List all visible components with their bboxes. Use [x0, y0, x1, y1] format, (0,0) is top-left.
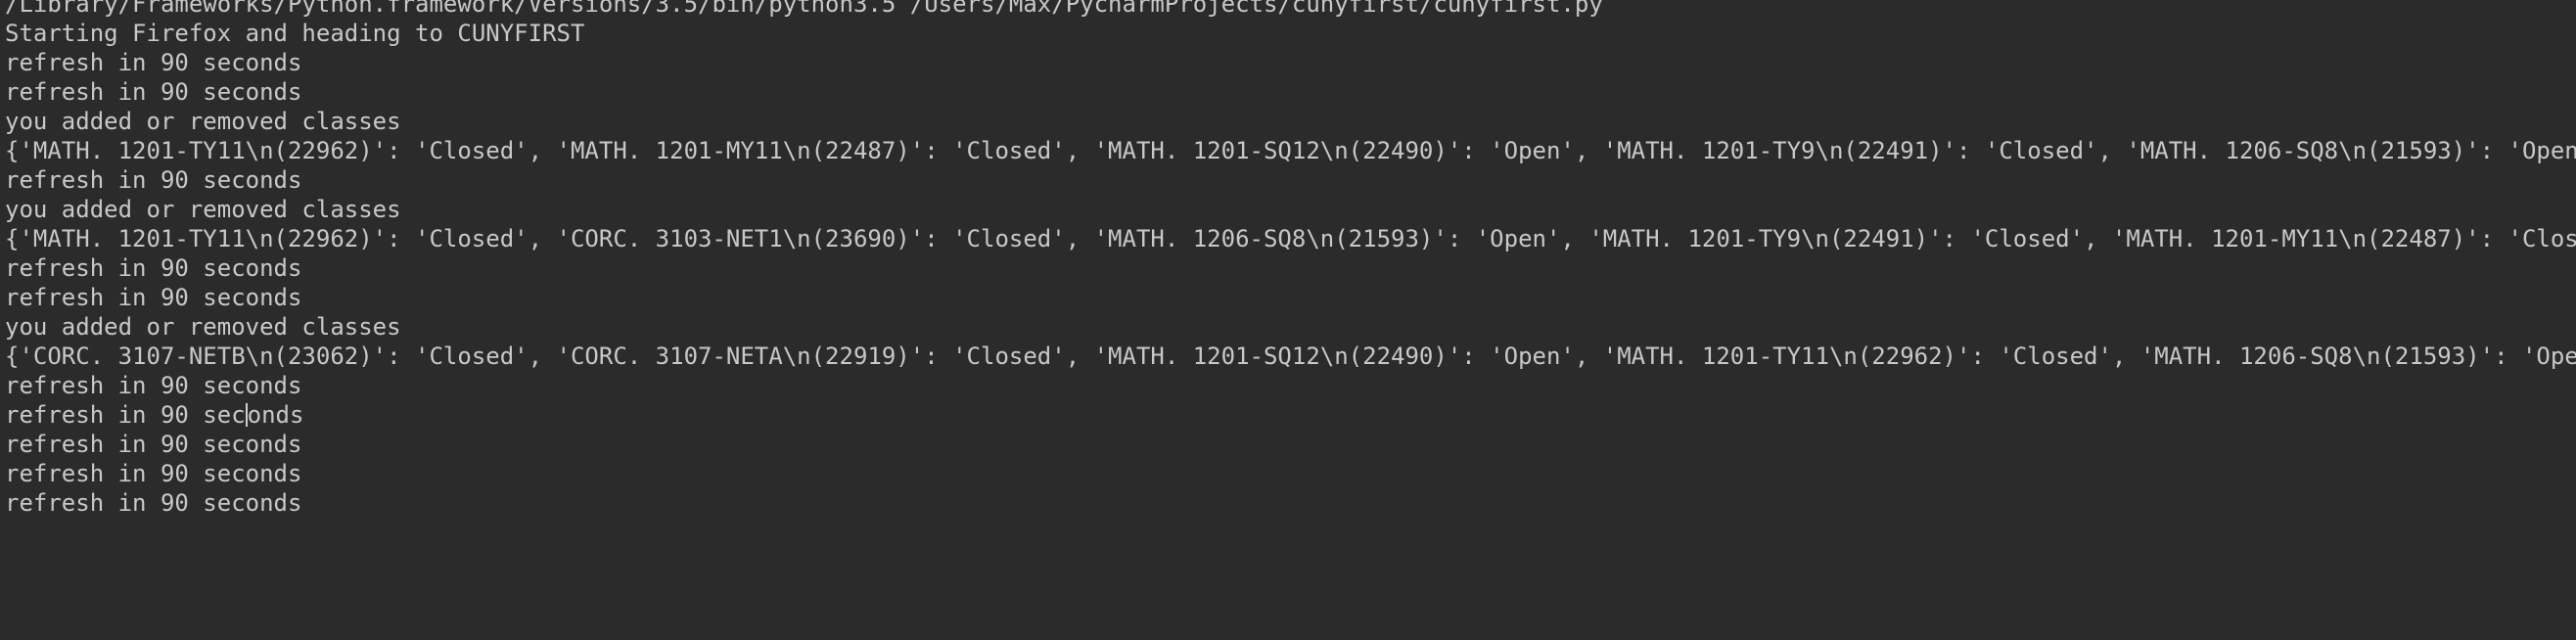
console-line-refresh: refresh in 90 seconds — [5, 78, 302, 106]
console-line-class-dict: {'CORC. 3107-NETB\n(23062)': 'Closed', '… — [5, 343, 2576, 370]
console-line-refresh: refresh in 90 seconds — [5, 489, 302, 517]
console-line-refresh-with-caret: refresh in 90 seconds — [5, 400, 2576, 430]
console-line-refresh: refresh in 90 seconds — [5, 166, 302, 194]
console-line-text-before-caret: refresh in 90 sec — [5, 401, 246, 429]
console-line-text-after-caret: onds — [247, 401, 304, 429]
console-line-class-dict: {'MATH. 1201-TY11\n(22962)': 'Closed', '… — [5, 225, 2576, 252]
console-line-refresh: refresh in 90 seconds — [5, 460, 302, 487]
run-console-output[interactable]: /Library/Frameworks/Python.framework/Ver… — [0, 0, 2576, 640]
console-line-status: Starting Firefox and heading to CUNYFIRS… — [5, 20, 585, 47]
console-line-command: /Library/Frameworks/Python.framework/Ver… — [5, 0, 1603, 18]
console-line-classes-changed: you added or removed classes — [5, 108, 401, 135]
console-line-refresh: refresh in 90 seconds — [5, 372, 302, 399]
console-line-refresh: refresh in 90 seconds — [5, 284, 302, 311]
console-line-refresh: refresh in 90 seconds — [5, 49, 302, 76]
console-line-classes-changed: you added or removed classes — [5, 313, 401, 341]
console-line-class-dict: {'MATH. 1201-TY11\n(22962)': 'Closed', '… — [5, 137, 2576, 164]
console-line-refresh: refresh in 90 seconds — [5, 431, 302, 458]
console-line-classes-changed: you added or removed classes — [5, 196, 401, 223]
console-line-refresh: refresh in 90 seconds — [5, 254, 302, 282]
